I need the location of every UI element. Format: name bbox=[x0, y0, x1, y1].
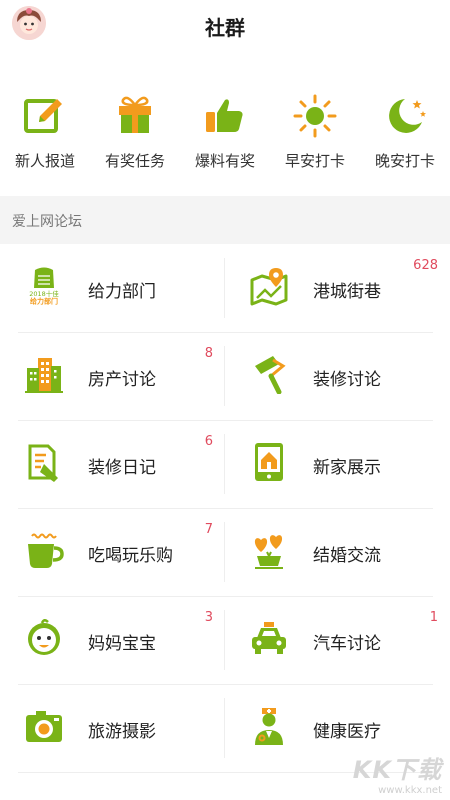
forum-item-decoration-discussion[interactable]: 装修讨论 bbox=[225, 332, 450, 420]
doctor-icon bbox=[255, 708, 283, 745]
badge-count: 628 bbox=[413, 258, 438, 273]
quick-action-night-checkin[interactable]: 晚安打卡 bbox=[360, 88, 450, 171]
thumbs-up-icon bbox=[206, 99, 243, 132]
quick-action-tip-off[interactable]: 爆料有奖 bbox=[180, 88, 270, 171]
map-pin-icon bbox=[250, 268, 288, 306]
quick-action-label: 有奖任务 bbox=[104, 152, 165, 170]
coffee-cup-icon bbox=[28, 533, 64, 568]
buildings-icon bbox=[25, 358, 63, 393]
baby-face-icon bbox=[28, 619, 60, 655]
section-header: 爱上网论坛 bbox=[0, 196, 450, 244]
badge-count: 7 bbox=[204, 522, 213, 537]
forum-item-label: 结婚交流 bbox=[313, 546, 381, 566]
badge-count: 1 bbox=[429, 610, 438, 625]
forum-item-label: 装修日记 bbox=[88, 458, 156, 478]
forum-item-new-home-showcase[interactable]: 新家展示 bbox=[225, 420, 450, 508]
forum-item-car-discussion[interactable]: 汽车讨论 1 bbox=[225, 596, 450, 684]
document-edit-icon bbox=[28, 444, 58, 482]
page-title: 社群 bbox=[205, 16, 245, 40]
badge-count: 8 bbox=[204, 346, 213, 361]
taxi-icon bbox=[252, 622, 286, 654]
forum-item-label: 房产讨论 bbox=[88, 370, 156, 390]
moon-stars-icon bbox=[389, 99, 426, 133]
fist-badge-icon: 2018十佳 给力部门 bbox=[26, 267, 62, 306]
badge-count: 6 bbox=[204, 434, 213, 449]
forum-item-label: 妈妈宝宝 bbox=[88, 634, 156, 654]
forum-item-wedding-exchange[interactable]: 结婚交流 bbox=[225, 508, 450, 596]
gift-box-icon bbox=[119, 96, 151, 133]
forum-item-real-estate[interactable]: 房产讨论 8 bbox=[0, 332, 225, 420]
forum-item-label: 汽车讨论 bbox=[313, 634, 381, 654]
quick-action-label: 爆料有奖 bbox=[194, 152, 255, 170]
forum-item-label: 健康医疗 bbox=[313, 722, 381, 742]
forum-item-mother-baby[interactable]: 妈妈宝宝 3 bbox=[0, 596, 225, 684]
forum-item-port-city-streets[interactable]: 港城街巷 628 bbox=[225, 244, 450, 332]
hearts-cup-icon bbox=[254, 535, 283, 569]
forum-item-food-fun-shopping[interactable]: 吃喝玩乐购 7 bbox=[0, 508, 225, 596]
sun-icon bbox=[293, 94, 337, 138]
forum-item-label: 吃喝玩乐购 bbox=[88, 546, 173, 566]
forum-item-label: 旅游摄影 bbox=[88, 722, 156, 742]
forum-item-decoration-diary[interactable]: 装修日记 6 bbox=[0, 420, 225, 508]
svg-text:给力部门: 给力部门 bbox=[30, 297, 58, 306]
section-title: 爱上网论坛 bbox=[12, 214, 82, 230]
forum-grid: 2018十佳 给力部门 给力部门 港城街巷 628 房产讨论 8 装修讨论 装修… bbox=[0, 244, 450, 800]
quick-action-morning-checkin[interactable]: 早安打卡 bbox=[270, 88, 360, 171]
paint-roller-icon bbox=[255, 356, 286, 394]
watermark-logo: KK下载 bbox=[352, 756, 442, 784]
quick-action-label: 新人报道 bbox=[14, 152, 75, 170]
quick-action-newcomer[interactable]: 新人报道 bbox=[0, 88, 90, 171]
camera-icon bbox=[26, 711, 62, 742]
watermark-url: www.kkx.net bbox=[378, 785, 442, 796]
top-bar: 社群 bbox=[0, 0, 450, 52]
forum-item-label: 港城街巷 bbox=[313, 282, 381, 302]
quick-actions-bar: 新人报道 有奖任务 爆料有奖 早安打卡 晚安打卡 bbox=[0, 88, 450, 188]
pencil-square-icon bbox=[24, 99, 62, 133]
forum-item-label: 给力部门 bbox=[88, 282, 156, 302]
forum-item-travel-photography[interactable]: 旅游摄影 bbox=[0, 684, 225, 772]
quick-action-label: 早安打卡 bbox=[284, 152, 345, 170]
forum-item-label: 装修讨论 bbox=[313, 370, 381, 390]
quick-action-reward-task[interactable]: 有奖任务 bbox=[90, 88, 180, 171]
forum-item-label: 新家展示 bbox=[313, 458, 381, 478]
phone-house-icon bbox=[255, 443, 283, 481]
forum-item-geili-department[interactable]: 2018十佳 给力部门 给力部门 bbox=[0, 244, 225, 332]
badge-count: 3 bbox=[204, 610, 213, 625]
watermark: KK下载 www.kkx.net bbox=[353, 750, 442, 796]
quick-action-label: 晚安打卡 bbox=[374, 152, 435, 170]
